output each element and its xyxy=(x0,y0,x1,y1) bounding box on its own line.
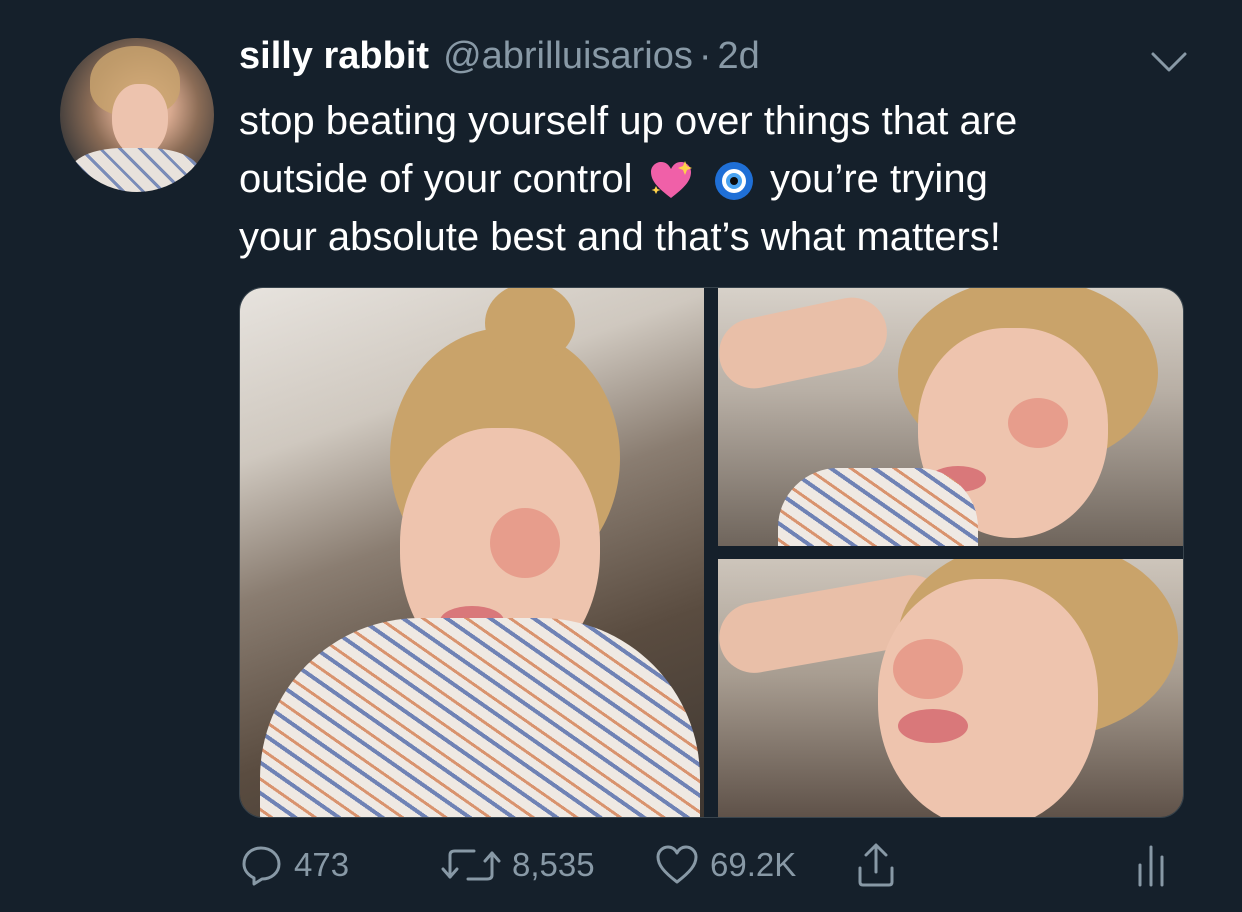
heart-icon xyxy=(656,845,698,884)
tweet-text-line-1: stop beating yourself up over things tha… xyxy=(239,99,1018,143)
like-count: 69.2K xyxy=(710,846,797,883)
photo-blush xyxy=(1008,398,1068,448)
like-button[interactable]: 69.2K xyxy=(654,842,796,888)
avatar[interactable] xyxy=(60,38,214,192)
retweet-icon xyxy=(441,849,501,881)
tweet-header: silly rabbit @abrilluisarios · 2d xyxy=(239,35,760,85)
tweet-text-line-2-end: you’re trying xyxy=(769,157,988,201)
reply-icon xyxy=(242,846,281,886)
separator-dot: · xyxy=(698,35,712,77)
media-grid xyxy=(239,287,1184,818)
avatar-face xyxy=(112,84,168,156)
nazar-amulet-emoji xyxy=(714,162,753,201)
photo-blush xyxy=(490,508,560,578)
user-handle[interactable]: @abrilluisarios xyxy=(443,35,693,78)
reply-count: 473 xyxy=(294,846,350,883)
photo-face xyxy=(878,579,1098,817)
photo-shirt xyxy=(778,468,978,546)
photo-arm xyxy=(718,291,894,395)
sparkling-heart-emoji xyxy=(650,161,692,199)
share-button[interactable] xyxy=(856,842,906,888)
share-icon xyxy=(858,843,894,887)
photo-blush xyxy=(893,639,963,699)
photo-3[interactable] xyxy=(718,559,1183,817)
analytics-icon xyxy=(1138,845,1164,887)
photo-2[interactable] xyxy=(718,288,1183,546)
tweet-text-line-2: outside of your control you’re trying xyxy=(239,150,1199,208)
action-bar: 473 8,535 69.2K xyxy=(0,842,1242,888)
tweet-text-line-3: your absolute best and that’s what matte… xyxy=(239,215,1001,259)
timestamp[interactable]: 2d xyxy=(717,35,759,78)
tweet-text-line-2-start: outside of your control xyxy=(239,157,633,201)
chevron-down-icon[interactable] xyxy=(1150,50,1188,74)
retweet-button[interactable]: 8,535 xyxy=(440,842,595,888)
tweet[interactable]: silly rabbit @abrilluisarios · 2d stop b… xyxy=(0,0,1242,912)
tweet-text: stop beating yourself up over things tha… xyxy=(239,92,1199,266)
analytics-button[interactable] xyxy=(1134,842,1178,888)
display-name[interactable]: silly rabbit xyxy=(239,35,429,78)
avatar-shirt xyxy=(70,148,200,192)
photo-1[interactable] xyxy=(240,288,704,817)
retweet-count: 8,535 xyxy=(512,846,595,883)
photo-shirt xyxy=(260,618,700,817)
reply-button[interactable]: 473 xyxy=(240,842,349,888)
photo-lips xyxy=(898,709,968,743)
